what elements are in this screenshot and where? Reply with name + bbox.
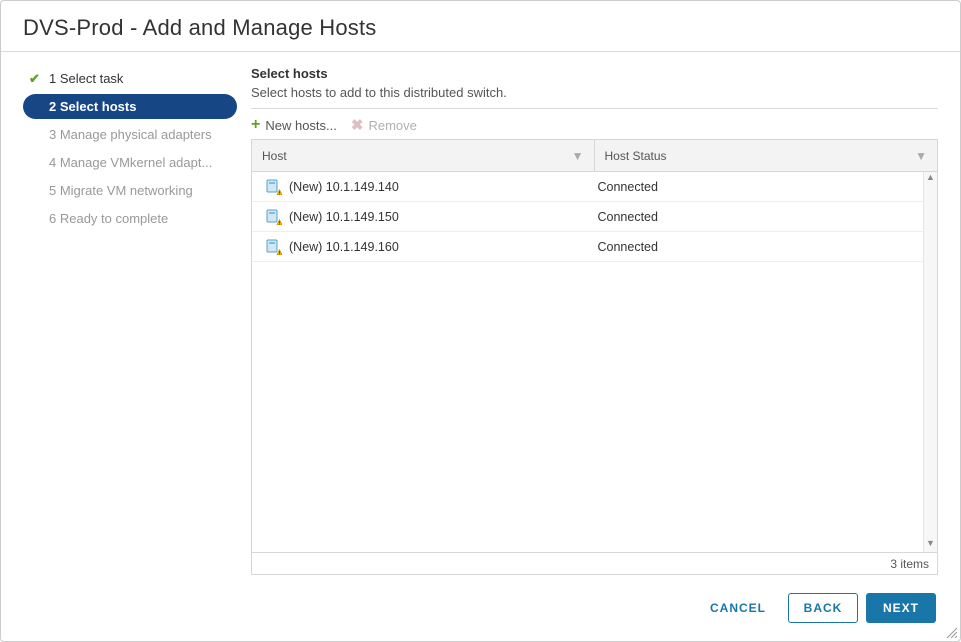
table-row[interactable]: (New) 10.1.149.160 Connected xyxy=(252,232,923,262)
wizard-step-physical-adapters[interactable]: 3 Manage physical adapters xyxy=(23,122,237,147)
column-label: Host xyxy=(262,149,287,163)
wizard-step-select-hosts[interactable]: 2 Select hosts xyxy=(23,94,237,119)
host-name: (New) 10.1.149.150 xyxy=(289,210,399,224)
column-header-status[interactable]: Host Status ▼ xyxy=(595,140,938,171)
scroll-up-icon[interactable]: ▲ xyxy=(924,172,937,186)
wizard-step-vmkernel-adapters[interactable]: 4 Manage VMkernel adapt... xyxy=(23,150,237,175)
host-warning-icon xyxy=(266,209,282,225)
wizard-step-migrate-vm-networking[interactable]: 5 Migrate VM networking xyxy=(23,178,237,203)
new-hosts-label: New hosts... xyxy=(265,118,337,133)
step-label: 4 Manage VMkernel adapt... xyxy=(49,155,212,170)
cell-status: Connected xyxy=(588,180,924,194)
table-row[interactable]: (New) 10.1.149.150 Connected xyxy=(252,202,923,232)
table-header: Host ▼ Host Status ▼ xyxy=(252,140,937,172)
section-title: Select hosts xyxy=(251,66,938,81)
back-button[interactable]: BACK xyxy=(788,593,858,623)
scroll-down-icon[interactable]: ▼ xyxy=(924,538,937,552)
wizard-step-ready-complete[interactable]: 6 Ready to complete xyxy=(23,206,237,231)
filter-icon[interactable]: ▼ xyxy=(915,149,927,163)
host-warning-icon xyxy=(266,239,282,255)
cell-host: (New) 10.1.149.150 xyxy=(252,209,588,225)
table-body: (New) 10.1.149.140 Connected xyxy=(252,172,923,552)
filter-icon[interactable]: ▼ xyxy=(572,149,584,163)
scrollbar[interactable]: ▲ ▼ xyxy=(923,172,937,552)
step-label: 5 Migrate VM networking xyxy=(49,183,193,198)
dialog-title: DVS-Prod - Add and Manage Hosts xyxy=(23,15,938,41)
plus-icon: + xyxy=(251,117,260,133)
new-hosts-button[interactable]: + New hosts... xyxy=(251,117,337,133)
section-subtitle: Select hosts to add to this distributed … xyxy=(251,85,938,109)
dialog-add-manage-hosts: DVS-Prod - Add and Manage Hosts ✔ 1 Sele… xyxy=(0,0,961,642)
cell-status: Connected xyxy=(588,210,924,224)
step-label: 1 Select task xyxy=(49,71,123,86)
content-panel: Select hosts Select hosts to add to this… xyxy=(251,66,938,575)
remove-label: Remove xyxy=(368,118,416,133)
table-body-wrap: (New) 10.1.149.140 Connected xyxy=(252,172,937,552)
step-label: 3 Manage physical adapters xyxy=(49,127,212,142)
toolbar: + New hosts... ✖ Remove xyxy=(251,109,938,139)
next-button[interactable]: NEXT xyxy=(866,593,936,623)
x-icon: ✖ xyxy=(351,118,364,133)
host-name: (New) 10.1.149.140 xyxy=(289,180,399,194)
items-count: 3 items xyxy=(890,557,929,571)
checkmark-icon: ✔ xyxy=(29,71,40,87)
dialog-footer: CANCEL BACK NEXT xyxy=(1,575,960,641)
resize-handle-icon[interactable] xyxy=(947,628,957,638)
table-footer: 3 items xyxy=(252,552,937,574)
hosts-table: Host ▼ Host Status ▼ xyxy=(251,139,938,575)
step-label: 6 Ready to complete xyxy=(49,211,168,226)
cancel-button[interactable]: CANCEL xyxy=(696,593,780,623)
cell-host: (New) 10.1.149.160 xyxy=(252,239,588,255)
wizard-step-select-task[interactable]: ✔ 1 Select task xyxy=(23,66,237,91)
wizard-steps: ✔ 1 Select task 2 Select hosts 3 Manage … xyxy=(23,66,237,575)
host-name: (New) 10.1.149.160 xyxy=(289,240,399,254)
dialog-header: DVS-Prod - Add and Manage Hosts xyxy=(1,1,960,52)
column-header-host[interactable]: Host ▼ xyxy=(252,140,595,171)
table-row[interactable]: (New) 10.1.149.140 Connected xyxy=(252,172,923,202)
remove-button: ✖ Remove xyxy=(351,118,417,133)
host-warning-icon xyxy=(266,179,282,195)
column-label: Host Status xyxy=(605,149,667,163)
step-label: 2 Select hosts xyxy=(49,99,136,114)
dialog-body: ✔ 1 Select task 2 Select hosts 3 Manage … xyxy=(1,52,960,575)
cell-status: Connected xyxy=(588,240,924,254)
cell-host: (New) 10.1.149.140 xyxy=(252,179,588,195)
